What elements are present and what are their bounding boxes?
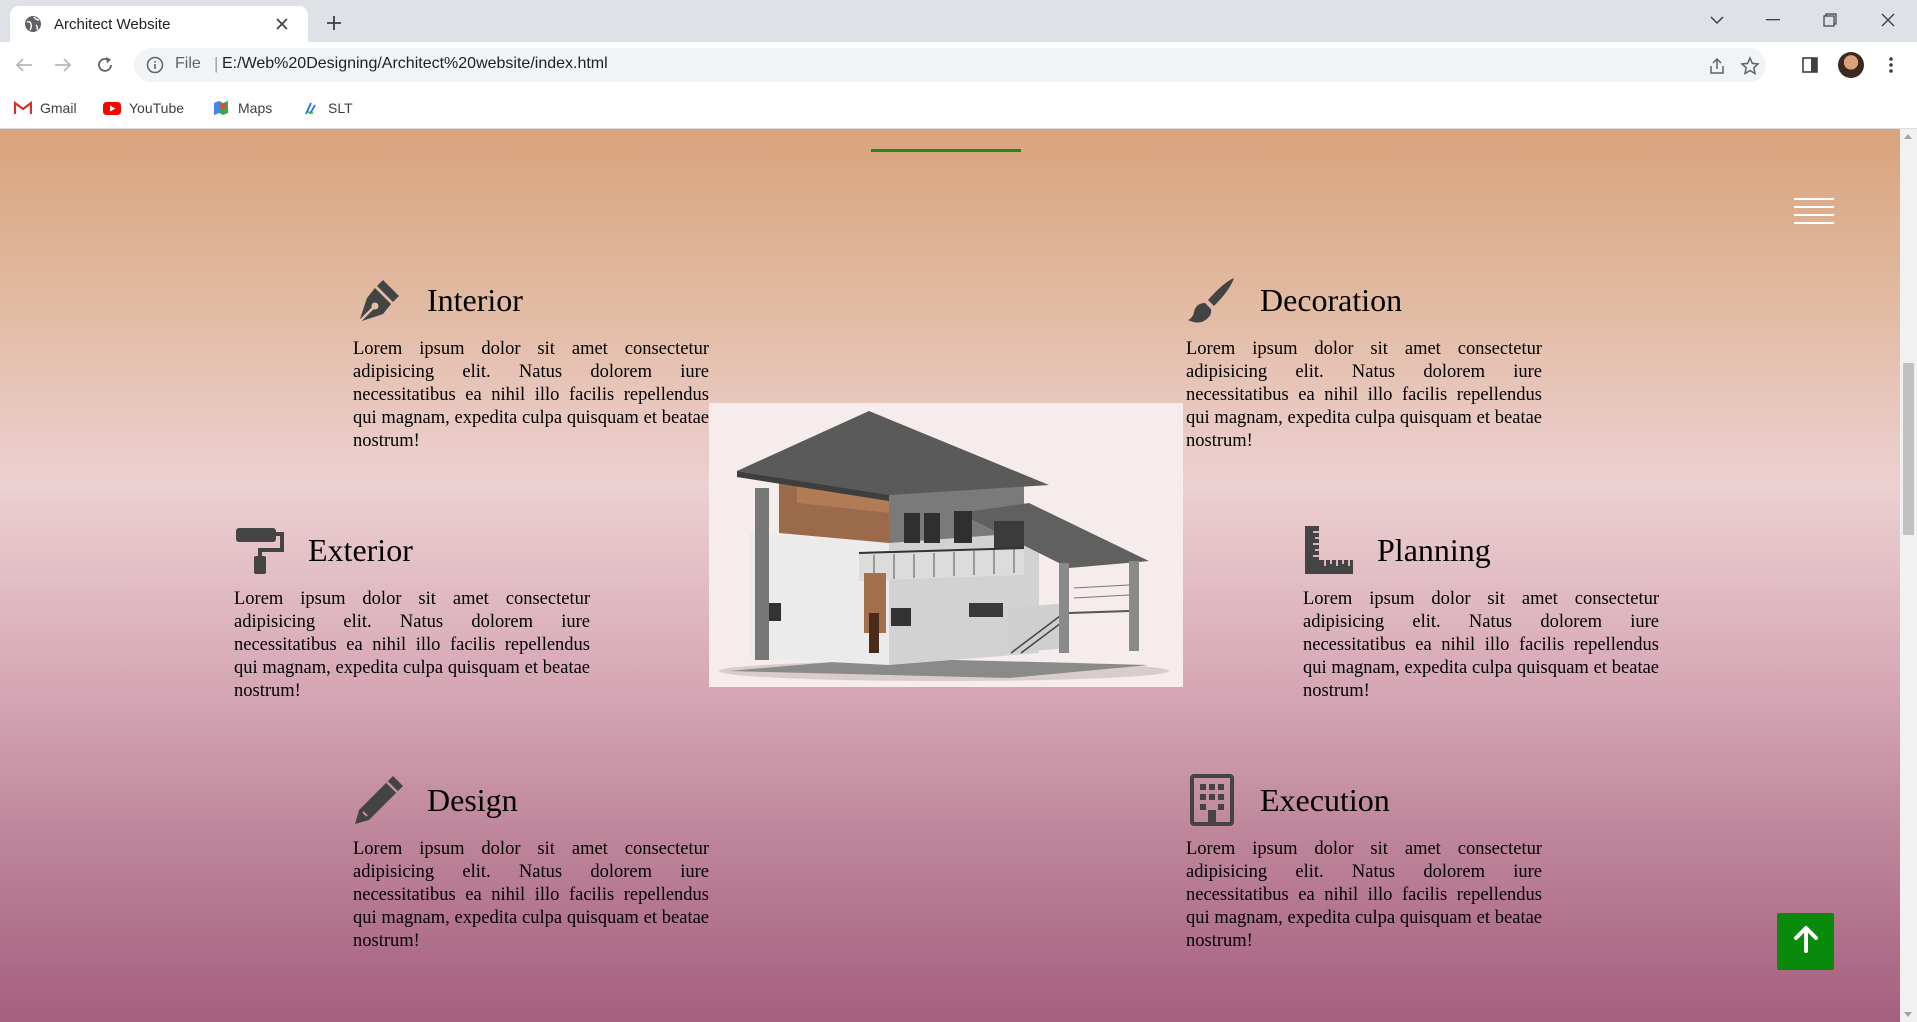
info-icon[interactable]: [146, 56, 164, 74]
service-title: Design: [427, 781, 518, 818]
pencil-icon: [353, 774, 405, 826]
scheme-label: File: [175, 55, 201, 72]
browser-tab[interactable]: Architect Website: [10, 6, 308, 42]
service-planning: Planning Lorem ipsum dolor sit amet cons…: [1303, 524, 1659, 703]
bookmarks-bar: Gmail YouTube Maps SLT: [0, 88, 1917, 129]
service-exterior: Exterior Lorem ipsum dolor sit amet cons…: [234, 524, 590, 703]
more-menu-icon[interactable]: [1876, 50, 1906, 80]
building-icon: [1186, 774, 1238, 826]
close-window-icon[interactable]: [1861, 0, 1915, 40]
forward-icon[interactable]: [48, 50, 78, 80]
close-tab-icon[interactable]: [270, 12, 294, 36]
youtube-icon: [103, 99, 121, 117]
back-to-top-button[interactable]: [1777, 913, 1834, 970]
reload-icon[interactable]: [90, 50, 120, 80]
maps-icon: [212, 99, 230, 117]
paint-brush-icon: [1186, 274, 1238, 326]
service-decoration: Decoration Lorem ipsum dolor sit amet co…: [1186, 274, 1542, 453]
globe-icon: [24, 15, 42, 33]
service-description: Lorem ipsum dolor sit amet consectetur a…: [353, 839, 709, 951]
share-icon[interactable]: [1706, 55, 1728, 77]
service-interior: Interior Lorem ipsum dolor sit amet cons…: [353, 274, 709, 453]
bookmark-label: SLT: [328, 100, 353, 116]
bookmark-star-icon[interactable]: [1739, 55, 1761, 77]
bookmark-label: Gmail: [40, 100, 77, 116]
browser-tab-bar: Architect Website: [0, 0, 1917, 42]
scrollbar-thumb[interactable]: [1903, 363, 1914, 535]
bookmark-label: Maps: [238, 100, 273, 116]
page-viewport: Interior Lorem ipsum dolor sit amet cons…: [0, 129, 1900, 1022]
gmail-icon: [14, 99, 32, 117]
bookmark-gmail[interactable]: Gmail: [14, 96, 77, 120]
service-title: Execution: [1260, 781, 1390, 818]
paint-roller-icon: [234, 524, 286, 576]
tab-search-icon[interactable]: [1690, 0, 1744, 40]
scroll-down-arrow-icon[interactable]: [1904, 1012, 1912, 1017]
service-description: Lorem ipsum dolor sit amet consectetur a…: [234, 589, 590, 701]
slt-icon: [302, 99, 320, 117]
house-image: [709, 403, 1183, 687]
tab-title: Architect Website: [54, 15, 171, 33]
url-text[interactable]: E:/Web%20Designing/Architect%20website/i…: [222, 55, 608, 73]
scheme-separator: |: [214, 54, 219, 73]
service-design: Design Lorem ipsum dolor sit amet consec…: [353, 774, 709, 953]
service-title: Exterior: [308, 531, 413, 568]
service-execution: Execution Lorem ipsum dolor sit amet con…: [1186, 774, 1542, 953]
arrow-up-icon: [1792, 925, 1820, 958]
service-description: Lorem ipsum dolor sit amet consectetur a…: [353, 339, 709, 451]
browser-toolbar: File | E:/Web%20Designing/Architect%20we…: [0, 42, 1917, 88]
back-icon[interactable]: [9, 50, 39, 80]
bookmark-label: YouTube: [129, 100, 185, 116]
bookmark-maps[interactable]: Maps: [212, 96, 272, 120]
section-title-underline: [871, 149, 1021, 152]
side-panel-icon[interactable]: [1795, 50, 1825, 80]
page-scrollbar[interactable]: [1900, 129, 1917, 1022]
profile-avatar[interactable]: [1836, 50, 1866, 80]
bookmark-youtube[interactable]: YouTube: [103, 96, 184, 120]
minimize-icon[interactable]: [1746, 0, 1800, 40]
address-bar[interactable]: File | E:/Web%20Designing/Architect%20we…: [134, 48, 1766, 82]
service-title: Decoration: [1260, 281, 1403, 318]
bookmark-slt[interactable]: SLT: [302, 96, 353, 120]
scroll-up-arrow-icon[interactable]: [1904, 134, 1912, 139]
ruler-combined-icon: [1303, 524, 1355, 576]
pen-nib-icon: [353, 274, 405, 326]
service-title: Planning: [1377, 531, 1491, 568]
new-tab-icon[interactable]: [320, 9, 348, 37]
service-title: Interior: [427, 281, 523, 318]
service-description: Lorem ipsum dolor sit amet consectetur a…: [1303, 589, 1659, 701]
hamburger-menu-icon[interactable]: [1794, 198, 1834, 224]
service-description: Lorem ipsum dolor sit amet consectetur a…: [1186, 839, 1542, 951]
service-description: Lorem ipsum dolor sit amet consectetur a…: [1186, 339, 1542, 451]
restore-icon[interactable]: [1803, 0, 1857, 40]
